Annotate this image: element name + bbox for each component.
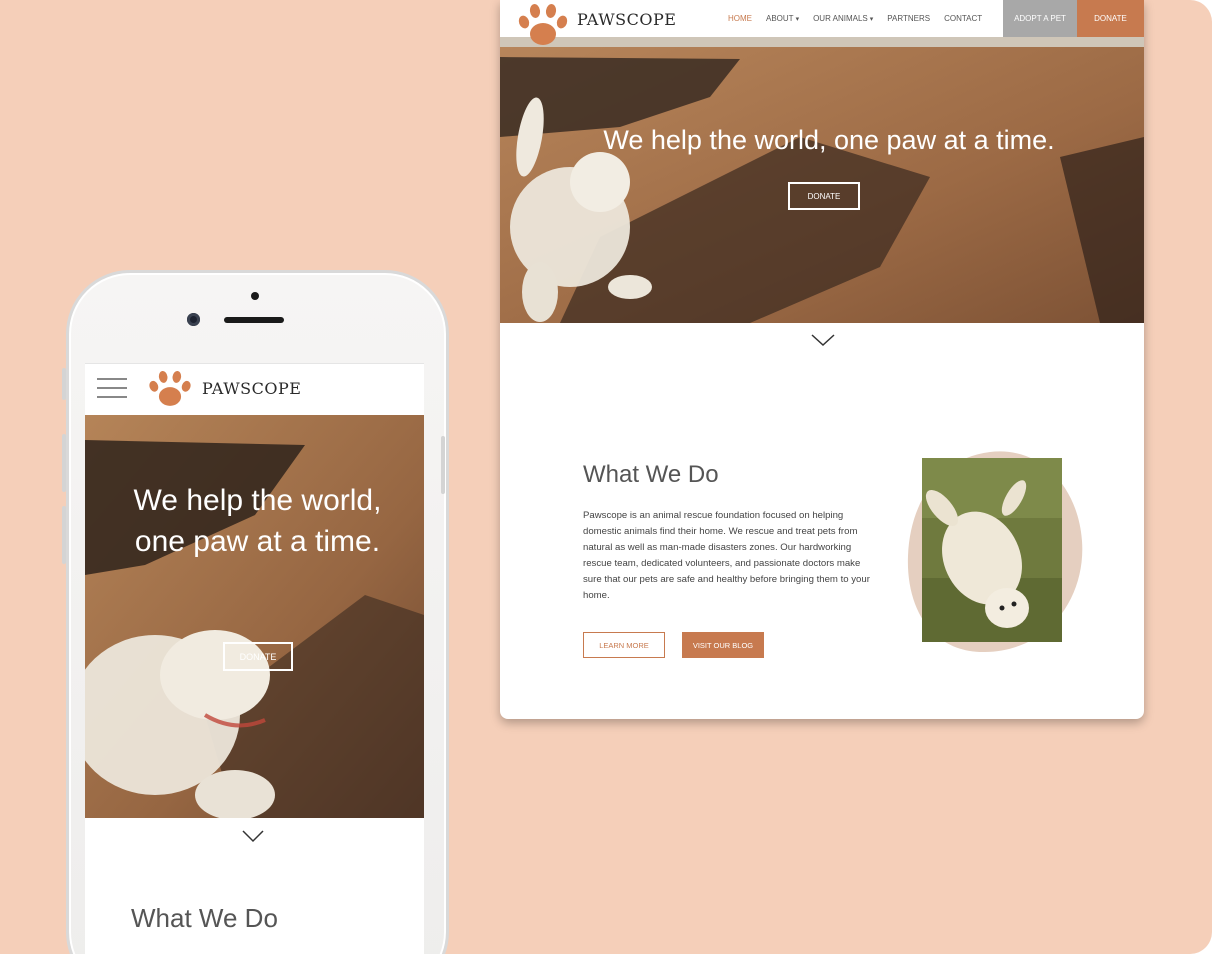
mobile-hero: We help the world, one paw at a time. DO… (85, 415, 424, 818)
mockup-canvas: PAWSCOPE HOME ABOUT OUR ANIMALS PARTNERS… (0, 0, 1212, 954)
mobile-what-we-do-title: What We Do (131, 903, 278, 933)
mobile-hero-donate-button[interactable]: DONATE (223, 642, 293, 671)
nav-our-animals[interactable]: OUR ANIMALS (813, 14, 873, 23)
desktop-mockup: PAWSCOPE HOME ABOUT OUR ANIMALS PARTNERS… (500, 0, 1144, 719)
nav-home[interactable]: HOME (728, 14, 752, 23)
nav-contact[interactable]: CONTACT (944, 14, 982, 23)
chevron-down-icon[interactable] (242, 829, 264, 843)
phone-camera (187, 313, 200, 326)
mute-switch (62, 368, 66, 400)
mobile-hero-title: We help the world, one paw at a time. (133, 484, 382, 558)
nav-about[interactable]: ABOUT (766, 14, 799, 23)
what-we-do-body: Pawscope is an animal rescue foundation … (583, 510, 870, 601)
brand-name[interactable]: PAWSCOPE (202, 379, 301, 398)
phone-speaker (224, 317, 284, 323)
learn-more-button[interactable]: LEARN MORE (583, 632, 665, 658)
mobile-navbar: PAWSCOPE (85, 363, 424, 416)
mobile-screen: PAWSCOPE We help the world, one paw at a… (85, 363, 424, 954)
volume-down-button (62, 506, 66, 564)
nav-partners[interactable]: PARTNERS (887, 14, 930, 23)
chevron-down-icon[interactable] (811, 333, 835, 347)
power-button (441, 436, 445, 494)
phone-sensor (251, 292, 259, 300)
desktop-hero-title: We help the world, one paw at a time. (603, 125, 1055, 155)
desktop-hero-donate-button[interactable]: DONATE (788, 182, 860, 210)
hero-dog-photo (500, 37, 1144, 323)
hamburger-icon[interactable] (97, 378, 127, 400)
what-we-do-title: What We Do (583, 461, 719, 488)
desktop-navbar: PAWSCOPE HOME ABOUT OUR ANIMALS PARTNERS… (500, 0, 1144, 45)
nav-donate-button[interactable]: DONATE (1077, 0, 1144, 37)
paw-icon[interactable] (516, 2, 570, 46)
volume-up-button (62, 434, 66, 492)
paw-icon[interactable] (147, 369, 193, 407)
dog-on-grass-photo (922, 458, 1062, 642)
brand-name[interactable]: PAWSCOPE (577, 10, 676, 29)
visit-blog-button[interactable]: VISIT OUR BLOG (682, 632, 764, 658)
hero-dog-photo (85, 415, 424, 818)
desktop-menu: HOME ABOUT OUR ANIMALS PARTNERS CONTACT (728, 0, 996, 37)
adopt-a-pet-button[interactable]: ADOPT A PET (1003, 0, 1077, 37)
desktop-hero: We help the world, one paw at a time. DO… (500, 37, 1144, 323)
